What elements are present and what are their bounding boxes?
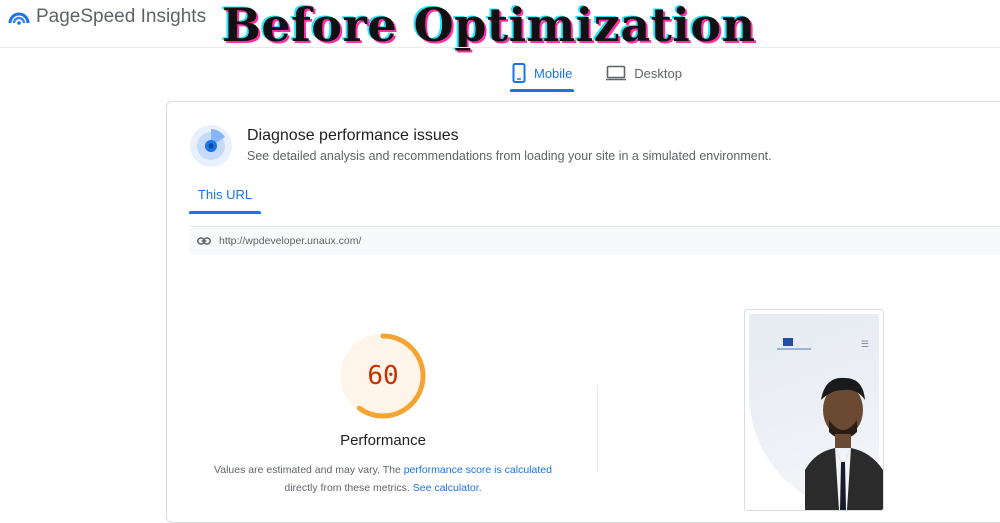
note-mid: directly from these metrics.	[284, 482, 413, 494]
pagespeed-gauge-icon	[8, 12, 30, 25]
link-icon	[197, 237, 211, 245]
url-bar: http://wpdeveloper.unaux.com/	[189, 226, 1000, 255]
pagespeed-logo[interactable]: PageSpeed Insights	[8, 6, 206, 28]
tab-mobile[interactable]: Mobile	[510, 56, 575, 92]
section-divider	[597, 385, 598, 473]
hamburger-icon: ☰	[860, 339, 869, 349]
diagnose-title: Diagnose performance issues	[247, 127, 459, 144]
tab-mobile-label: Mobile	[534, 65, 573, 81]
before-optimization-title: Before Optimization	[222, 0, 756, 52]
tab-desktop[interactable]: Desktop	[604, 56, 684, 90]
performance-score-link[interactable]: performance score is calculated	[404, 464, 552, 476]
performance-label: Performance	[340, 432, 426, 449]
mobile-icon	[512, 63, 526, 83]
diagnose-radar-icon	[190, 125, 232, 167]
note-prefix: Values are estimated and may vary. The	[214, 464, 404, 476]
url-text[interactable]: http://wpdeveloper.unaux.com/	[219, 235, 361, 247]
logo-text: PageSpeed Insights	[36, 6, 207, 27]
header-divider	[0, 47, 1000, 48]
performance-note: Values are estimated and may vary. The p…	[197, 461, 569, 497]
see-calculator-link[interactable]: See calculator	[413, 482, 479, 494]
page-screenshot-preview: ☰	[744, 309, 884, 511]
tab-this-url[interactable]: This URL	[189, 187, 261, 214]
desktop-icon	[606, 65, 627, 81]
site-logo-icon	[777, 338, 811, 350]
device-tabs: Mobile Desktop	[510, 56, 684, 92]
performance-score: 60	[367, 361, 399, 391]
person-photo	[805, 377, 883, 510]
note-suffix: .	[478, 482, 482, 494]
tab-desktop-label: Desktop	[634, 65, 682, 81]
diagnose-card: Diagnose performance issues See detailed…	[166, 101, 1000, 523]
diagnose-subtitle: See detailed analysis and recommendation…	[247, 149, 772, 163]
